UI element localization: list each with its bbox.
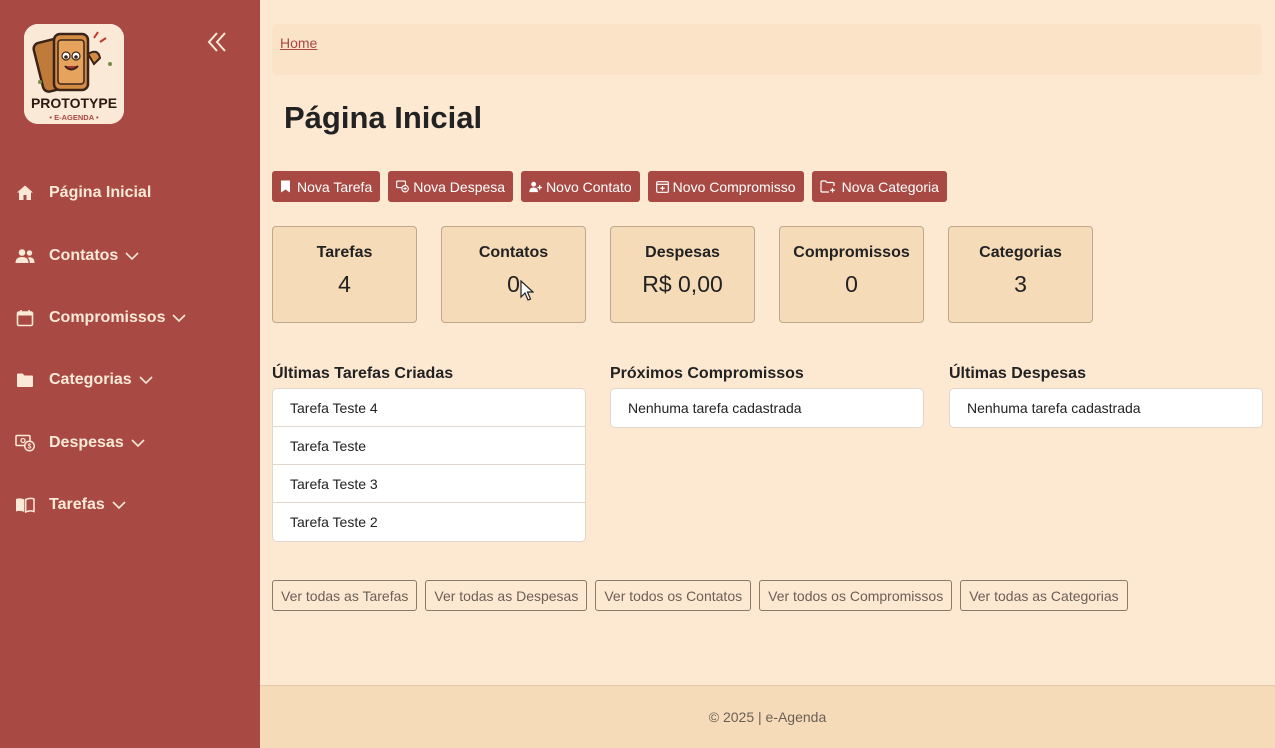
calendar-plus-icon bbox=[655, 180, 669, 193]
folder-plus-icon bbox=[820, 180, 838, 193]
ver-tarefas-button[interactable]: Ver todas as Tarefas bbox=[272, 580, 418, 611]
nova-tarefa-label: Nova Tarefa bbox=[297, 178, 373, 195]
list-item[interactable]: Tarefa Teste 2 bbox=[273, 503, 585, 541]
sidebar-item-label: Página Inicial bbox=[49, 184, 152, 202]
card-value: 0 bbox=[845, 271, 858, 297]
list-item-empty: Nenhuma tarefa cadastrada bbox=[967, 400, 1141, 416]
section-title: Próximos Compromissos bbox=[610, 365, 804, 382]
app-logo[interactable]: PROTOTYPE • E-AGENDA • bbox=[24, 24, 124, 124]
sidebar-item-categorias[interactable]: Categorias bbox=[0, 349, 260, 411]
card-value: 0 bbox=[507, 271, 520, 297]
list-item[interactable]: Tarefa Teste 4 bbox=[273, 389, 585, 427]
card-tarefas: Tarefas 4 bbox=[272, 226, 417, 323]
list-item-empty: Nenhuma tarefa cadastrada bbox=[628, 400, 802, 416]
footer-text: © 2025 | e-Agenda bbox=[708, 709, 827, 725]
card-title: Compromissos bbox=[793, 244, 910, 261]
nova-tarefa-button[interactable]: Nova Tarefa bbox=[272, 171, 381, 202]
card-contatos: Contatos 0 bbox=[441, 226, 586, 323]
chevron-double-left-icon bbox=[207, 32, 226, 52]
people-icon bbox=[14, 245, 36, 267]
sidebar-item-tarefas[interactable]: Tarefas bbox=[0, 474, 260, 536]
sidebar-item-label: Tarefas bbox=[49, 496, 105, 514]
svg-text:$: $ bbox=[28, 443, 32, 450]
breadcrumb: Home bbox=[272, 24, 1262, 75]
proximos-compromissos-section: Próximos Compromissos Nenhuma tarefa cad… bbox=[610, 365, 924, 428]
compromissos-list: Nenhuma tarefa cadastrada bbox=[610, 388, 924, 428]
chevron-down-icon bbox=[139, 373, 153, 387]
card-title: Contatos bbox=[478, 244, 549, 261]
card-title: Tarefas bbox=[316, 244, 373, 261]
main-content: Home Página Inicial Nova Tarefa Nova Des… bbox=[260, 0, 1275, 748]
ultimas-despesas-section: Últimas Despesas Nenhuma tarefa cadastra… bbox=[949, 365, 1263, 428]
footer: © 2025 | e-Agenda bbox=[260, 685, 1275, 748]
sidebar-item-contatos[interactable]: Contatos bbox=[0, 224, 260, 286]
section-title: Últimas Tarefas Criadas bbox=[272, 365, 454, 382]
mouse-cursor-icon bbox=[520, 280, 534, 301]
card-despesas: Despesas R$ 0,00 bbox=[610, 226, 755, 323]
sidebar-item-label: Categorias bbox=[49, 371, 132, 389]
ver-contatos-button[interactable]: Ver todos os Contatos bbox=[595, 580, 752, 611]
card-title: Despesas bbox=[645, 244, 720, 261]
tarefas-list: Tarefa Teste 4 Tarefa Teste Tarefa Teste… bbox=[272, 388, 586, 542]
novo-contato-label: Novo Contato bbox=[546, 178, 632, 195]
chevron-down-icon bbox=[172, 311, 187, 325]
novo-contato-button[interactable]: Novo Contato bbox=[521, 171, 640, 202]
book-icon bbox=[14, 494, 36, 516]
summary-cards: Tarefas 4 Contatos 0 Despesas R$ 0,00 Co… bbox=[272, 226, 1093, 323]
nova-categoria-button[interactable]: Nova Categoria bbox=[811, 171, 947, 202]
sidebar-item-compromissos[interactable]: Compromissos bbox=[0, 287, 260, 349]
nova-despesa-button[interactable]: Nova Despesa bbox=[388, 171, 514, 202]
ver-compromissos-button[interactable]: Ver todos os Compromissos bbox=[759, 580, 953, 611]
breadcrumb-home-link[interactable]: Home bbox=[280, 35, 317, 51]
ultimas-tarefas-section: Últimas Tarefas Criadas Tarefa Teste 4 T… bbox=[272, 365, 586, 542]
sidebar-item-despesas[interactable]: $ Despesas bbox=[0, 412, 260, 474]
despesas-list: Nenhuma tarefa cadastrada bbox=[949, 388, 1263, 428]
home-icon bbox=[14, 182, 36, 204]
quick-actions: Nova Tarefa Nova Despesa Novo Contato No… bbox=[272, 171, 947, 202]
svg-text:PROTOTYPE: PROTOTYPE bbox=[31, 95, 117, 111]
sidebar-nav: Página Inicial Contatos Compromissos Cat… bbox=[0, 162, 260, 536]
nova-categoria-label: Nova Categoria bbox=[841, 178, 939, 195]
view-all-links: Ver todas as Tarefas Ver todas as Despes… bbox=[272, 580, 1128, 611]
calendar-icon bbox=[14, 307, 36, 329]
sidebar-item-label: Compromissos bbox=[49, 308, 166, 326]
card-categorias: Categorias 3 bbox=[948, 226, 1093, 323]
collapse-sidebar-button[interactable] bbox=[204, 28, 230, 56]
chevron-down-icon bbox=[112, 498, 126, 512]
novo-compromisso-label: Novo Compromisso bbox=[672, 178, 796, 195]
sidebar-item-label: Contatos bbox=[49, 246, 119, 264]
person-plus-icon bbox=[529, 180, 543, 193]
sidebar-item-label: Despesas bbox=[49, 433, 124, 451]
cash-plus-icon bbox=[396, 180, 410, 193]
card-value: 3 bbox=[1014, 271, 1027, 297]
card-compromissos: Compromissos 0 bbox=[779, 226, 924, 323]
novo-compromisso-button[interactable]: Novo Compromisso bbox=[647, 171, 804, 202]
ver-despesas-button[interactable]: Ver todas as Despesas bbox=[425, 580, 588, 611]
chevron-down-icon bbox=[125, 249, 139, 263]
bookmark-icon bbox=[280, 180, 293, 193]
page-title: Página Inicial bbox=[284, 100, 483, 135]
list-item[interactable]: Tarefa Teste bbox=[273, 427, 585, 465]
sidebar: PROTOTYPE • E-AGENDA • Página Inicial Co… bbox=[0, 0, 260, 748]
chevron-down-icon bbox=[131, 436, 145, 450]
cash-icon: $ bbox=[14, 432, 36, 454]
card-value: 4 bbox=[338, 271, 351, 297]
list-item[interactable]: Tarefa Teste 3 bbox=[273, 465, 585, 503]
section-title: Últimas Despesas bbox=[949, 365, 1086, 382]
card-value: R$ 0,00 bbox=[642, 271, 723, 297]
folder-icon bbox=[14, 369, 36, 391]
sidebar-item-pagina-inicial[interactable]: Página Inicial bbox=[0, 162, 260, 224]
svg-text:• E-AGENDA •: • E-AGENDA • bbox=[49, 113, 99, 122]
card-title: Categorias bbox=[979, 244, 1062, 261]
ver-categorias-button[interactable]: Ver todas as Categorias bbox=[960, 580, 1128, 611]
nova-despesa-label: Nova Despesa bbox=[413, 178, 506, 195]
